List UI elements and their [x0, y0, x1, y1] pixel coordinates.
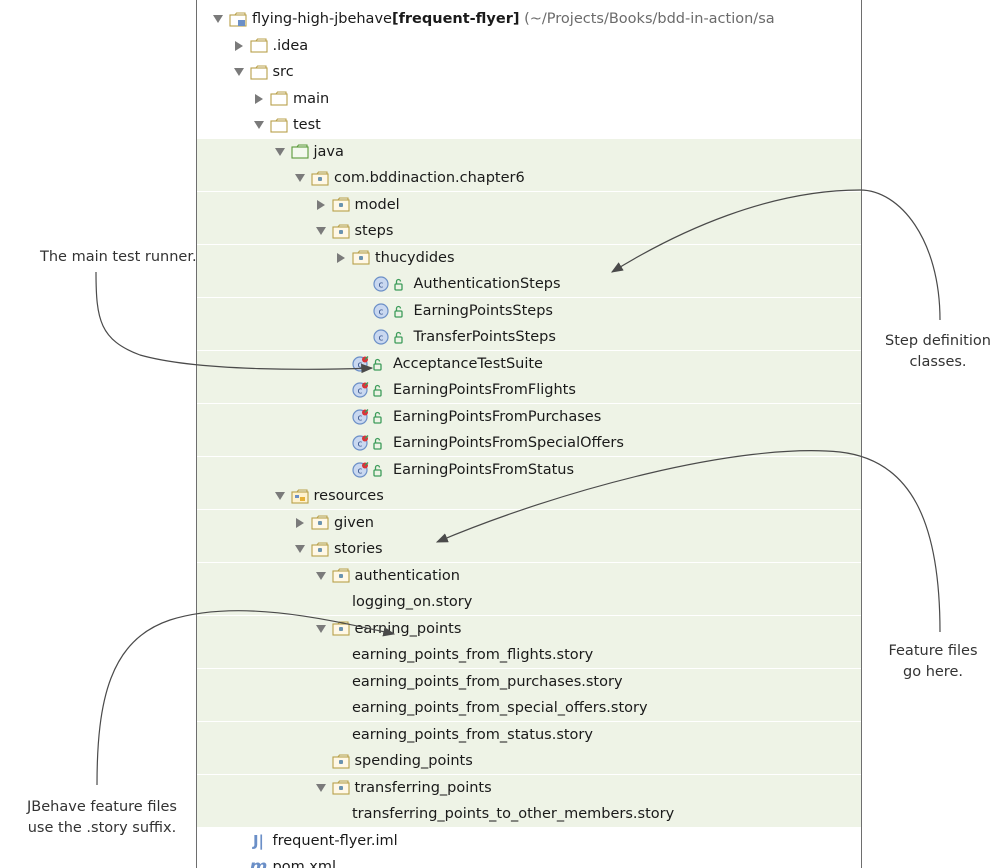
- callout-arrows: [95, 189, 941, 786]
- main-test-runner-arrow: [95, 271, 374, 374]
- jbehave-suffix-arrow: [96, 610, 396, 786]
- feature-files-arrow: [435, 450, 941, 633]
- step-definition-arrow: [610, 189, 941, 321]
